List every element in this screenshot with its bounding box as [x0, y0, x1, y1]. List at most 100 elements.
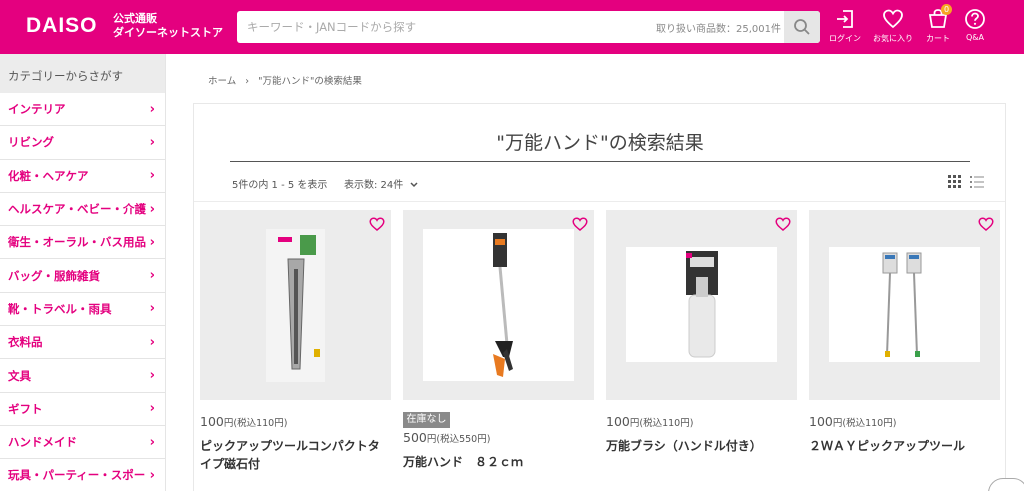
price-unit: 円: [629, 418, 640, 429]
sidebar-item-label: リビング: [8, 135, 54, 150]
sidebar-item-handmade[interactable]: ハンドメイド ›: [0, 426, 165, 460]
price-value: 100: [809, 414, 833, 429]
qa-label: Q&A: [965, 33, 984, 42]
breadcrumb: ホーム › "万能ハンド"の検索結果: [208, 73, 368, 87]
price-unit: 円: [832, 418, 843, 429]
price-tax: (税込110円): [639, 418, 694, 429]
product-count: 取り扱い商品数：25,001件: [656, 24, 781, 35]
product-photo: [266, 229, 325, 382]
product-name[interactable]: 万能ハンド ８２ｃｍ: [403, 453, 583, 471]
product-card[interactable]: 100円(税込110円) 万能ブラシ（ハンドル付き）: [606, 210, 797, 491]
sidebar-item-label: 化粧・ヘアケア: [8, 168, 89, 183]
search-bar: 取り扱い商品数：25,001件: [237, 11, 820, 43]
heart-icon: [883, 9, 903, 29]
price-tax: (税込110円): [842, 418, 897, 429]
sidebar-item-living[interactable]: リビング ›: [0, 126, 165, 160]
product-name[interactable]: ２ＷＡＹピックアップツール: [809, 437, 989, 455]
product-image[interactable]: [809, 210, 1000, 400]
favorites-button[interactable]: お気に入り: [871, 6, 915, 48]
sidebar-item-shoes[interactable]: 靴・トラベル・雨具 ›: [0, 293, 165, 327]
product-image[interactable]: [606, 210, 797, 400]
favorite-heart-icon[interactable]: [978, 216, 994, 235]
search-button[interactable]: [784, 11, 820, 43]
sidebar-item-interior[interactable]: インテリア ›: [0, 93, 165, 127]
chevron-right-icon: ›: [149, 101, 155, 117]
list-view-button[interactable]: [970, 174, 984, 193]
chevron-right-icon: ›: [149, 201, 155, 217]
search-icon: [794, 19, 810, 35]
chevron-right-icon: ›: [149, 268, 155, 284]
out-of-stock-badge: 在庫なし: [403, 412, 450, 428]
product-price: 100円(税込110円): [809, 414, 1000, 429]
product-image[interactable]: [200, 210, 391, 400]
chevron-down-icon: [410, 180, 418, 191]
price-value: 500: [403, 430, 427, 445]
price-value: 100: [200, 414, 224, 429]
search-input[interactable]: [237, 11, 657, 43]
cart-count-badge: 0: [941, 4, 952, 15]
sidebar-item-label: 靴・トラベル・雨具: [8, 301, 112, 316]
sidebar-item-label: 衛生・オーラル・バス用品: [8, 235, 146, 250]
grid-view-button[interactable]: [948, 174, 962, 193]
result-count: 5件の内 1 - 5 を表示: [232, 180, 328, 191]
login-button[interactable]: ログイン: [823, 6, 867, 48]
favorite-heart-icon[interactable]: [369, 216, 385, 235]
sidebar-item-cosmetics[interactable]: 化粧・ヘアケア ›: [0, 160, 165, 193]
sidebar-item-label: インテリア: [8, 102, 66, 117]
sidebar-item-clothing[interactable]: 衣料品 ›: [0, 326, 165, 360]
chevron-right-icon: ›: [149, 168, 155, 184]
scroll-to-top-button[interactable]: [988, 478, 1024, 491]
question-icon: [965, 9, 985, 29]
logo[interactable]: DAISO: [26, 14, 98, 38]
product-card[interactable]: 在庫なし 500円(税込550円) 万能ハンド ８２ｃｍ: [403, 210, 594, 491]
logo-subtitle-line-2: ダイソーネットストア: [113, 26, 223, 39]
sidebar-item-stationery[interactable]: 文具 ›: [0, 359, 165, 393]
sidebar-item-label: ハンドメイド: [8, 435, 77, 450]
login-icon: [837, 10, 853, 28]
sidebar-item-bags[interactable]: バッグ・服飾雑貨 ›: [0, 259, 165, 293]
product-card[interactable]: 100円(税込110円) ２ＷＡＹピックアップツール: [809, 210, 1000, 491]
product-photo: [423, 229, 574, 381]
product-card[interactable]: 100円(税込110円) ピックアップツールコンパクトタイプ磁石付: [200, 210, 391, 491]
breadcrumb-separator: ›: [245, 76, 250, 87]
login-label: ログイン: [829, 34, 861, 43]
sidebar-item-healthcare[interactable]: ヘルスケア・ベビー・介護 ›: [0, 193, 165, 227]
sidebar-item-label: 玩具・パーティー・スポー: [8, 468, 146, 483]
breadcrumb-home-link[interactable]: ホーム: [208, 76, 236, 87]
sidebar-item-label: ヘルスケア・ベビー・介護: [8, 202, 146, 217]
price-tax: (税込110円): [233, 418, 288, 429]
favorite-heart-icon[interactable]: [572, 216, 588, 235]
site-header: DAISO 公式通販 ダイソーネットストア 取り扱い商品数：25,001件 ログ…: [0, 0, 1024, 54]
per-page-select[interactable]: 表示数: 24件: [344, 176, 418, 191]
qa-button[interactable]: Q&A: [953, 6, 997, 48]
divider: [194, 201, 1005, 202]
product-price: 100円(税込110円): [200, 414, 391, 429]
chevron-right-icon: ›: [149, 134, 155, 150]
sidebar-item-gift[interactable]: ギフト ›: [0, 393, 165, 426]
sidebar-item-hygiene[interactable]: 衛生・オーラル・バス用品 ›: [0, 226, 165, 260]
page-title: "万能ハンド"の検索結果: [230, 128, 970, 162]
favorites-label: お気に入り: [873, 34, 913, 43]
product-price: 100円(税込110円): [606, 414, 797, 429]
favorite-heart-icon[interactable]: [775, 216, 791, 235]
sidebar-item-label: 文具: [8, 368, 31, 383]
sidebar-title: カテゴリーからさがす: [0, 54, 165, 93]
sidebar-item-label: 衣料品: [8, 335, 43, 350]
breadcrumb-current: "万能ハンド"の検索結果: [258, 76, 362, 87]
price-value: 100: [606, 414, 630, 429]
product-photo: [626, 247, 777, 362]
category-sidebar: カテゴリーからさがす インテリア › リビング › 化粧・ヘアケア › ヘルスケア・ベ…: [0, 54, 166, 491]
list-icon: [970, 176, 984, 188]
product-image[interactable]: [403, 210, 594, 400]
chevron-right-icon: ›: [149, 467, 155, 483]
price-tax: (税込550円): [436, 434, 491, 445]
results-panel: "万能ハンド"の検索結果 5件の内 1 - 5 を表示 表示数: 24件 100…: [193, 103, 1006, 491]
logo-subtitle: 公式通販 ダイソーネットストア: [113, 12, 223, 40]
per-page-label: 表示数: 24件: [344, 180, 404, 191]
price-unit: 円: [223, 418, 234, 429]
sidebar-item-toys[interactable]: 玩具・パーティー・スポー ›: [0, 459, 165, 491]
chevron-right-icon: ›: [149, 368, 155, 384]
chevron-right-icon: ›: [149, 234, 155, 250]
product-name[interactable]: 万能ブラシ（ハンドル付き）: [606, 437, 786, 455]
product-name[interactable]: ピックアップツールコンパクトタイプ磁石付: [200, 437, 380, 473]
